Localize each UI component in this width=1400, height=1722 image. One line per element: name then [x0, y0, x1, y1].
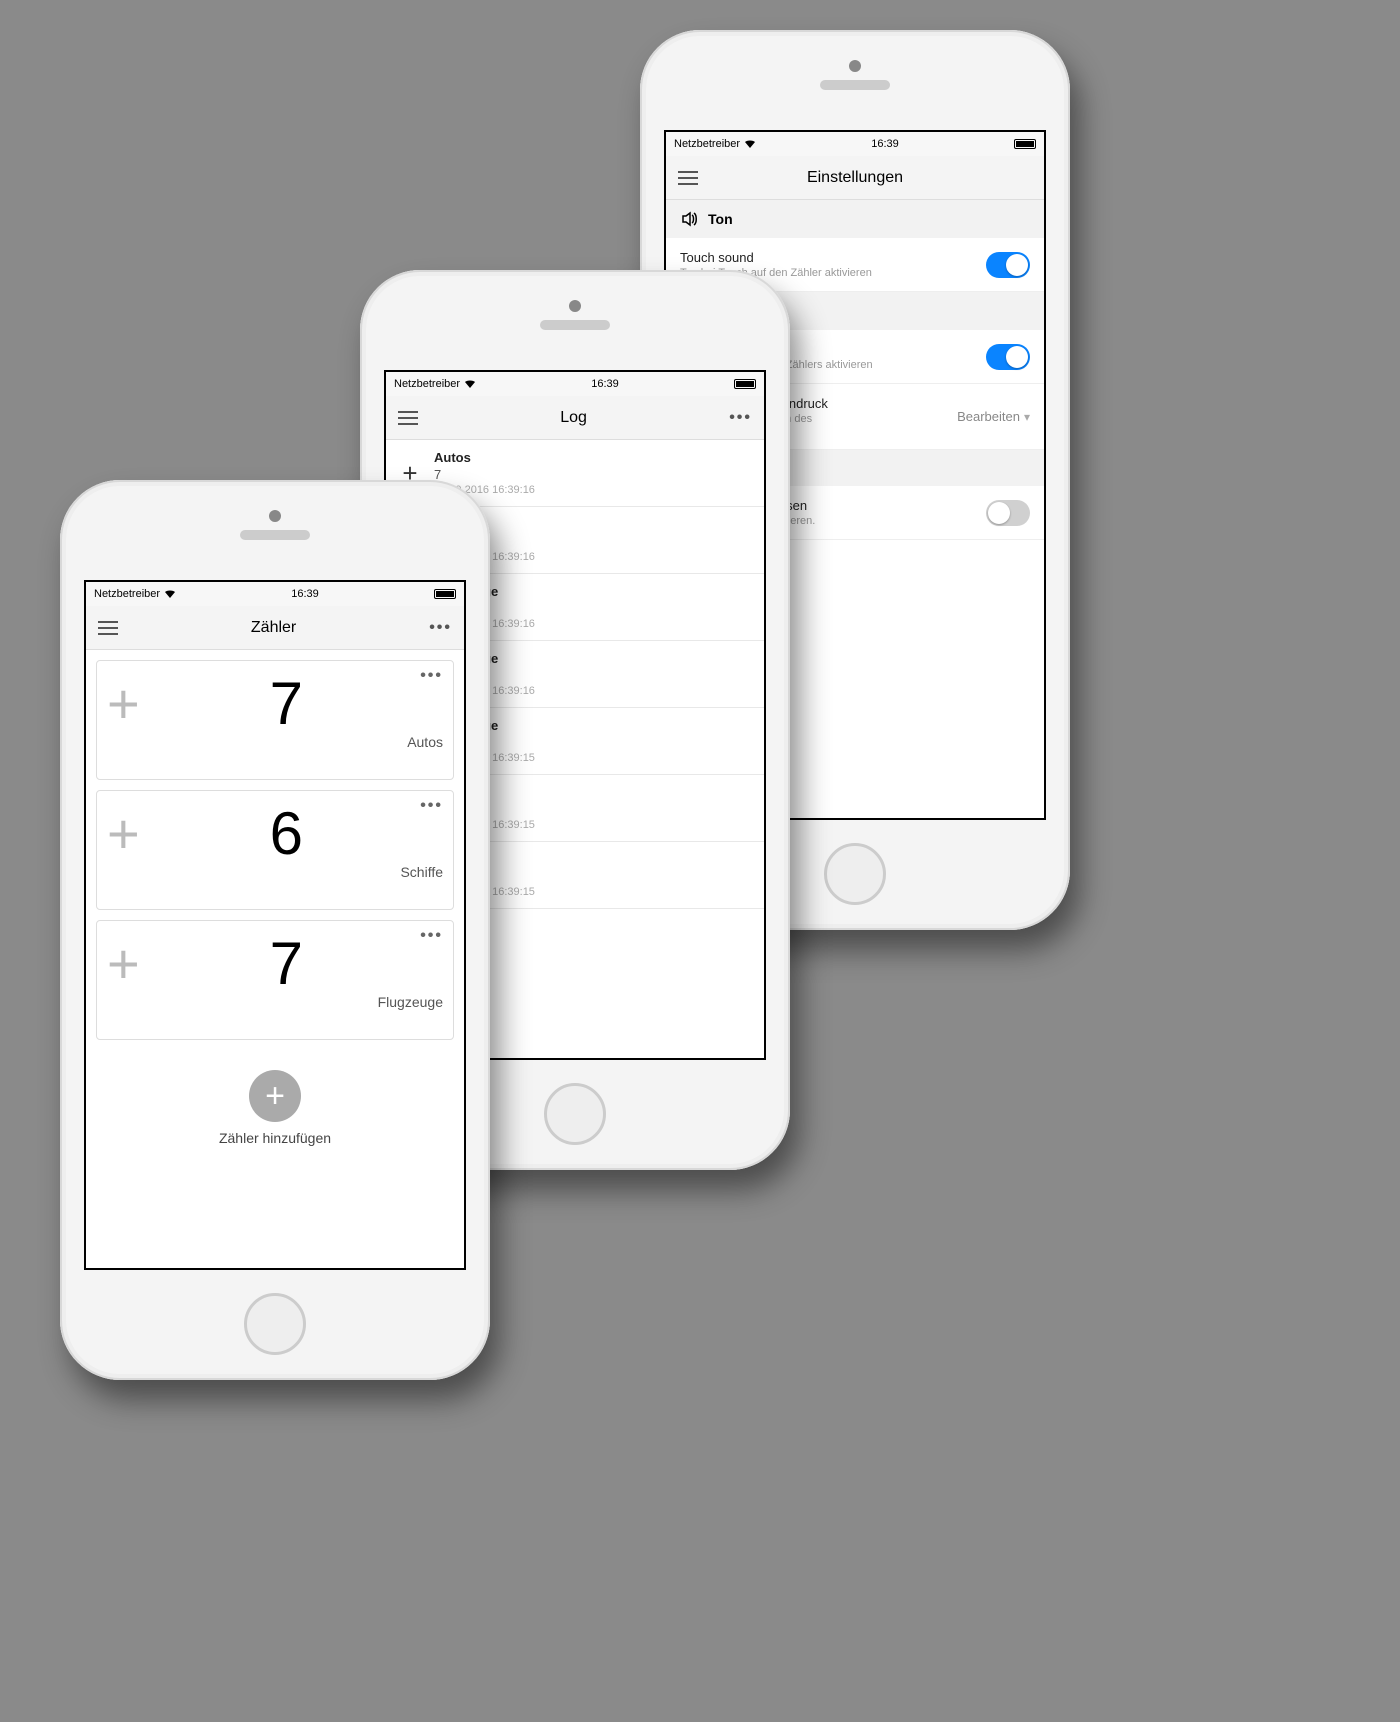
toggle-screen-on[interactable] — [986, 500, 1030, 526]
counter-label: Schiffe — [107, 864, 443, 880]
section-sound: Ton — [666, 200, 1044, 238]
log-value: 7 — [434, 467, 750, 482]
status-time: 16:39 — [591, 378, 619, 390]
battery-icon — [734, 379, 756, 389]
wifi-icon — [464, 379, 476, 389]
carrier-label: Netzbetreiber — [94, 588, 160, 600]
status-bar: Netzbetreiber 16:39 — [386, 372, 764, 396]
card-more-button[interactable]: ••• — [420, 797, 443, 815]
speaker-slot — [540, 320, 610, 330]
counter-label: Flugzeuge — [107, 994, 443, 1010]
wifi-icon — [744, 139, 756, 149]
home-button[interactable] — [244, 1293, 306, 1355]
more-button[interactable]: ••• — [429, 619, 452, 637]
chevron-down-icon: ▾ — [1024, 410, 1030, 424]
plus-icon[interactable]: + — [107, 676, 140, 732]
add-counter-button[interactable]: + Zähler hinzufügen — [86, 1070, 464, 1146]
counter-card[interactable]: ••• +7Flugzeuge — [96, 920, 454, 1040]
speaker-slot — [820, 80, 890, 90]
menu-button[interactable] — [678, 171, 698, 185]
speaker-slot — [240, 530, 310, 540]
status-time: 16:39 — [871, 138, 899, 150]
navbar-counters: Zähler ••• — [86, 606, 464, 650]
menu-button[interactable] — [398, 411, 418, 425]
toggle-vibration[interactable] — [986, 344, 1030, 370]
camera-dot — [569, 300, 581, 312]
toggle-touch-sound[interactable] — [986, 252, 1030, 278]
screen-counters: Netzbetreiber 16:39 Zähler ••• •••+7Auto… — [84, 580, 466, 1270]
log-timestamp: 13.10.2016 16:39:16 — [434, 484, 750, 496]
counter-value: 6 — [170, 799, 403, 868]
more-button[interactable]: ••• — [729, 409, 752, 427]
carrier-label: Netzbetreiber — [394, 378, 460, 390]
page-title: Zähler — [118, 619, 429, 637]
plus-circle-icon: + — [249, 1070, 301, 1122]
counters-content: •••+7Autos•••+6Schiffe•••+7Flugzeuge + Z… — [86, 650, 464, 1268]
phone-counters: Netzbetreiber 16:39 Zähler ••• •••+7Auto… — [60, 480, 490, 1380]
add-counter-label: Zähler hinzufügen — [219, 1130, 331, 1146]
camera-dot — [269, 510, 281, 522]
home-button[interactable] — [544, 1083, 606, 1145]
wifi-icon — [164, 589, 176, 599]
home-button[interactable] — [824, 843, 886, 905]
card-more-button[interactable]: ••• — [420, 667, 443, 685]
status-time: 16:39 — [291, 588, 319, 600]
battery-icon — [1014, 139, 1036, 149]
menu-button[interactable] — [98, 621, 118, 635]
status-bar: Netzbetreiber 16:39 — [86, 582, 464, 606]
page-title: Log — [418, 409, 729, 427]
plus-icon[interactable]: + — [107, 806, 140, 862]
log-name: Autos — [434, 450, 750, 465]
battery-icon — [434, 589, 456, 599]
navbar-settings: Einstellungen — [666, 156, 1044, 200]
counter-value: 7 — [170, 929, 403, 998]
navbar-log: Log ••• — [386, 396, 764, 440]
page-title: Einstellungen — [698, 169, 1012, 187]
counter-label: Autos — [107, 734, 443, 750]
card-more-button[interactable]: ••• — [420, 927, 443, 945]
counter-card[interactable]: ••• +6Schiffe — [96, 790, 454, 910]
camera-dot — [849, 60, 861, 72]
plus-icon[interactable]: + — [107, 936, 140, 992]
speaker-icon — [680, 210, 698, 228]
counter-card[interactable]: ••• +7Autos — [96, 660, 454, 780]
counter-value: 7 — [170, 669, 403, 738]
carrier-label: Netzbetreiber — [674, 138, 740, 150]
edit-link[interactable]: Bearbeiten ▾ — [957, 409, 1030, 424]
status-bar: Netzbetreiber 16:39 — [666, 132, 1044, 156]
